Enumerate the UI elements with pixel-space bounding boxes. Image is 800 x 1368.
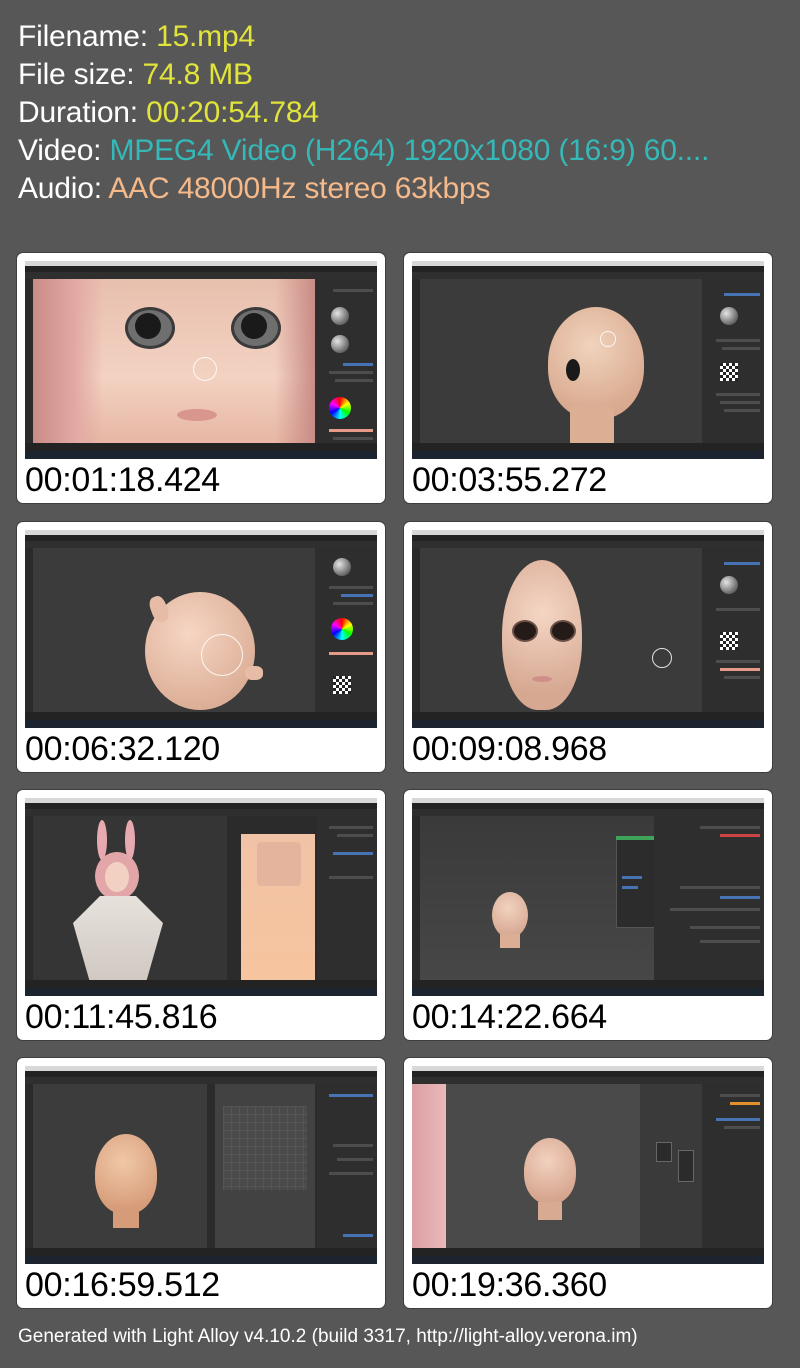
- video-frame[interactable]: [25, 1066, 377, 1264]
- filesize-line: File size: 74.8 MB: [18, 56, 788, 94]
- video-frame[interactable]: [25, 261, 377, 459]
- thumbnail-card[interactable]: 00:19:36.360: [404, 1058, 772, 1308]
- filename-value: 15.mp4: [156, 20, 255, 53]
- audio-label: Audio:: [18, 172, 109, 205]
- duration-label: Duration:: [18, 96, 147, 129]
- thumbnail-card[interactable]: 00:16:59.512: [17, 1058, 385, 1308]
- timestamp: 00:14:22.664: [412, 998, 607, 1036]
- video-frame[interactable]: [412, 1066, 764, 1264]
- generator-credit: Generated with Light Alloy v4.10.2 (buil…: [18, 1326, 638, 1347]
- filename-line: Filename: 15.mp4: [18, 18, 788, 56]
- timestamp: 00:06:32.120: [25, 730, 220, 768]
- audio-line: Audio: AAC 48000Hz stereo 63kbps: [18, 170, 788, 208]
- video-frame[interactable]: [412, 261, 764, 459]
- video-label: Video:: [18, 134, 110, 167]
- timestamp: 00:09:08.968: [412, 730, 607, 768]
- file-info: Filename: 15.mp4 File size: 74.8 MB Dura…: [18, 18, 788, 208]
- audio-value: AAC 48000Hz stereo 63kbps: [108, 172, 491, 205]
- filename-label: Filename:: [18, 20, 157, 53]
- duration-line: Duration: 00:20:54.784: [18, 94, 788, 132]
- video-frame[interactable]: [25, 798, 377, 996]
- duration-value: 00:20:54.784: [146, 96, 319, 129]
- thumbnail-card[interactable]: 00:09:08.968: [404, 522, 772, 772]
- video-frame[interactable]: [412, 798, 764, 996]
- filesize-value: 74.8 MB: [142, 58, 254, 91]
- video-frame[interactable]: [412, 530, 764, 728]
- thumbnail-card[interactable]: 00:06:32.120: [17, 522, 385, 772]
- thumbnail-card[interactable]: 00:14:22.664: [404, 790, 772, 1040]
- timestamp: 00:16:59.512: [25, 1266, 220, 1304]
- thumbnail-card[interactable]: 00:01:18.424: [17, 253, 385, 503]
- timestamp: 00:03:55.272: [412, 461, 607, 499]
- thumbnail-card[interactable]: 00:03:55.272: [404, 253, 772, 503]
- timestamp: 00:01:18.424: [25, 461, 220, 499]
- filesize-label: File size:: [18, 58, 143, 91]
- video-value: MPEG4 Video (H264) 1920x1080 (16:9) 60..…: [109, 134, 710, 167]
- thumbnail-card[interactable]: 00:11:45.816: [17, 790, 385, 1040]
- timestamp: 00:19:36.360: [412, 1266, 607, 1304]
- video-frame[interactable]: [25, 530, 377, 728]
- timestamp: 00:11:45.816: [25, 998, 218, 1036]
- video-line: Video: MPEG4 Video (H264) 1920x1080 (16:…: [18, 132, 788, 170]
